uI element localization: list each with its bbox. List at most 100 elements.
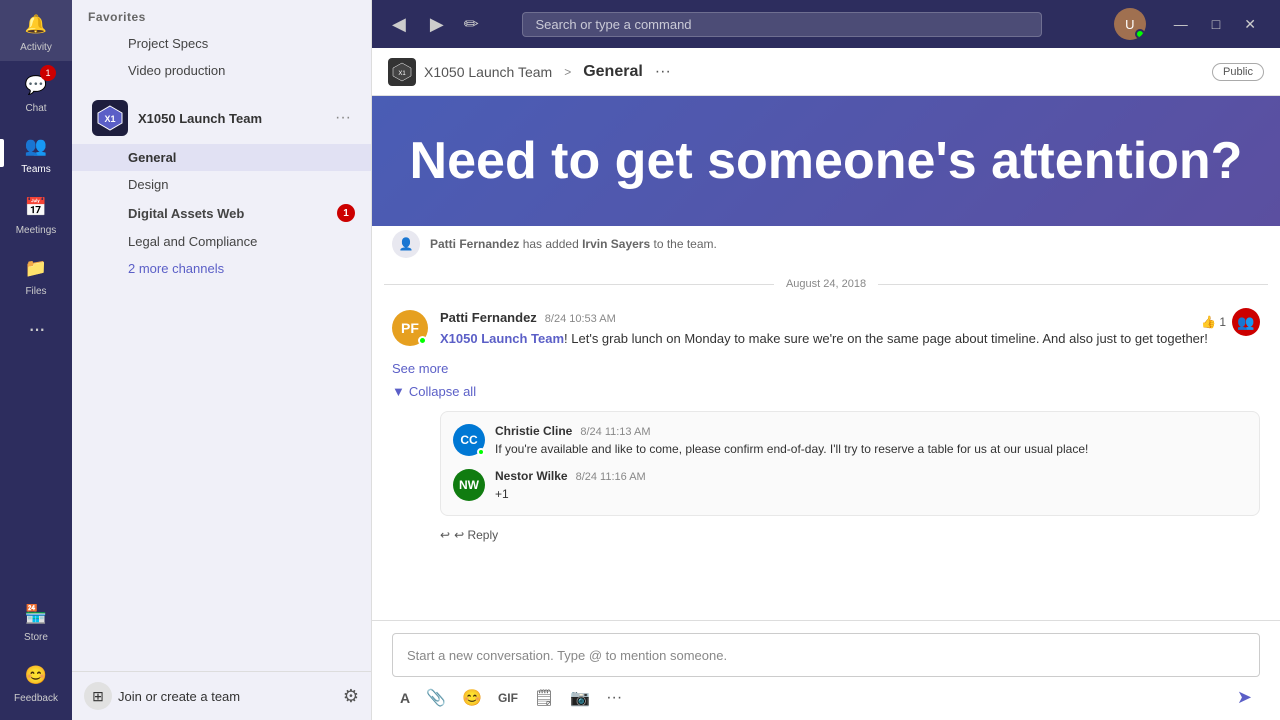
maximize-btn[interactable]: □ (1200, 10, 1232, 39)
compose-placeholder: Start a new conversation. Type @ to ment… (407, 648, 727, 663)
team-name-header: X1050 Launch Team (424, 64, 552, 80)
svg-text:X1: X1 (104, 114, 115, 124)
date-label: August 24, 2018 (786, 278, 866, 290)
compose-area: Start a new conversation. Type @ to ment… (372, 620, 1280, 720)
feedback-icon: 😊 (20, 659, 52, 691)
banner: Need to get someone's attention? (372, 96, 1280, 226)
search-input[interactable] (535, 17, 1029, 32)
compose-toolbar: A 📎 😊 GIF 🗒 📷 ··· ➤ (392, 683, 1260, 712)
join-team-btn[interactable]: ⊞ Join or create a team (84, 682, 333, 710)
system-icon: 👤 (392, 230, 420, 258)
chat-icon: 💬 1 (20, 69, 52, 101)
attach-btn[interactable]: 📎 (422, 684, 450, 712)
reply-content-2: Nestor Wilke 8/24 11:16 AM +1 (495, 469, 1247, 503)
more-channels-link[interactable]: 2 more channels (72, 255, 371, 282)
main-content: ◀ ▶ ✏ U — □ ✕ X1 X1050 Launch Team > Gen… (372, 0, 1280, 720)
banner-text: Need to get someone's attention? (410, 131, 1243, 191)
gif-btn[interactable]: GIF (494, 687, 522, 709)
channel-options-btn[interactable]: ··· (655, 63, 671, 81)
search-box[interactable] (522, 12, 1042, 37)
channel-item-project-specs[interactable]: Project Specs (72, 30, 371, 57)
reply-sender-2: Nestor Wilke (495, 469, 568, 483)
main-msg-content: Patti Fernandez 8/24 10:53 AM X1050 Laun… (440, 310, 1260, 349)
system-msg-post: to the team. (653, 237, 716, 251)
more-icon: ··· (20, 313, 52, 345)
msg-actions: 👍 1 👥 (1201, 308, 1260, 336)
reply-text-1: If you're available and like to come, pl… (495, 441, 1247, 458)
see-more-link[interactable]: See more (372, 361, 1280, 380)
back-btn[interactable]: ◀ (384, 10, 414, 39)
format-btn[interactable]: A (396, 686, 414, 710)
teams-panel-bottom: ⊞ Join or create a team ⚙ (72, 671, 371, 720)
close-btn[interactable]: ✕ (1232, 10, 1268, 39)
system-message: 👤 Patti Fernandez has added Irvin Sayers… (372, 226, 1280, 266)
files-icon: 📁 (20, 252, 52, 284)
reply-btn[interactable]: ↩ ↩ Reply (440, 524, 1260, 546)
system-msg-target: Irvin Sayers (582, 237, 650, 251)
reaction-icon[interactable]: 👥 (1232, 308, 1260, 336)
sidebar-item-teams[interactable]: 👥 Teams (0, 122, 72, 183)
channel-list: General Design Digital Assets Web 1 Lega… (72, 144, 371, 282)
minimize-btn[interactable]: — (1162, 10, 1200, 39)
teams-icon: 👥 (20, 130, 52, 162)
main-msg-avatar: PF (392, 310, 428, 346)
user-initials: U (1125, 17, 1134, 32)
avatar-online-dot (418, 336, 427, 345)
send-btn[interactable]: ➤ (1233, 683, 1256, 712)
sidebar-item-feedback[interactable]: 😊 Feedback (0, 651, 72, 712)
system-msg-sender: Patti Fernandez (430, 237, 519, 251)
sidebar-item-more[interactable]: ··· (0, 305, 72, 353)
sidebar-item-meetings[interactable]: 📅 Meetings (0, 183, 72, 244)
user-avatar[interactable]: U (1114, 8, 1146, 40)
svg-text:X1: X1 (398, 71, 406, 77)
collapse-arrow: ▼ (392, 384, 405, 399)
sticker-btn[interactable]: 🗒 (530, 684, 558, 712)
team-more-btn[interactable]: ··· (335, 109, 351, 127)
team-logo-icon: X1 (96, 104, 124, 132)
compose-btn[interactable]: ✏ (460, 10, 483, 39)
reply-time-2: 8/24 11:16 AM (576, 471, 646, 483)
sidebar-item-files[interactable]: 📁 Files (0, 244, 72, 305)
reply-text-2: +1 (495, 486, 1247, 503)
activity-icon: 🔔 (20, 8, 52, 40)
public-badge: Public (1212, 63, 1264, 81)
reply-label: ↩ Reply (454, 528, 498, 542)
channel-digital-assets-web[interactable]: Digital Assets Web 1 (72, 198, 371, 228)
forward-btn[interactable]: ▶ (422, 10, 452, 39)
channel-design[interactable]: Design (72, 171, 371, 198)
reply-time-1: 8/24 11:13 AM (580, 426, 650, 438)
video-btn[interactable]: 📷 (566, 684, 594, 712)
sidebar-item-chat[interactable]: 💬 1 Chat (0, 61, 72, 122)
date-separator: August 24, 2018 (372, 266, 1280, 298)
main-msg-text: X1050 Launch Team! Let's grab lunch on M… (440, 329, 1260, 349)
chat-area[interactable]: 👤 Patti Fernandez has added Irvin Sayers… (372, 226, 1280, 620)
like-count: 1 (1219, 315, 1226, 329)
channel-legal-compliance[interactable]: Legal and Compliance (72, 228, 371, 255)
sidebar: 🔔 Activity 💬 1 Chat 👥 Teams 📅 Meetings 📁… (0, 0, 72, 720)
join-icon: ⊞ (84, 682, 112, 710)
settings-btn[interactable]: ⚙ (343, 686, 359, 707)
reply-avatar-2: NW (453, 469, 485, 501)
collapse-all-btn[interactable]: ▼ Collapse all (372, 380, 1280, 403)
reply-avatar-1: CC (453, 424, 485, 456)
emoji-btn[interactable]: 😊 (458, 684, 486, 712)
more-toolbar-btn[interactable]: ··· (602, 685, 626, 711)
main-msg-time: 8/24 10:53 AM (545, 313, 616, 325)
channel-item-video-production[interactable]: Video production (72, 57, 371, 84)
favorites-header: Favorites (72, 0, 371, 30)
teams-panel: Favorites Project Specs Video production… (72, 0, 372, 720)
channel-logo-icon: X1 (392, 62, 412, 82)
sidebar-item-store[interactable]: 🏪 Store (0, 590, 72, 651)
channel-general[interactable]: General (72, 144, 371, 171)
system-msg-action: has added (523, 237, 582, 251)
store-icon: 🏪 (20, 598, 52, 630)
reply-content-1: Christie Cline 8/24 11:13 AM If you're a… (495, 424, 1247, 458)
channel-name-header: General (583, 63, 643, 81)
like-btn[interactable]: 👍 1 (1201, 315, 1226, 329)
channel-header: X1 X1050 Launch Team > General ··· Publi… (372, 48, 1280, 96)
sidebar-item-activity[interactable]: 🔔 Activity (0, 0, 72, 61)
team-item-x1050[interactable]: X1 X1050 Launch Team ··· (80, 92, 363, 144)
window-controls: — □ ✕ (1162, 10, 1268, 39)
reply-msg-2: NW Nestor Wilke 8/24 11:16 AM +1 (453, 469, 1247, 503)
compose-box[interactable]: Start a new conversation. Type @ to ment… (392, 633, 1260, 677)
